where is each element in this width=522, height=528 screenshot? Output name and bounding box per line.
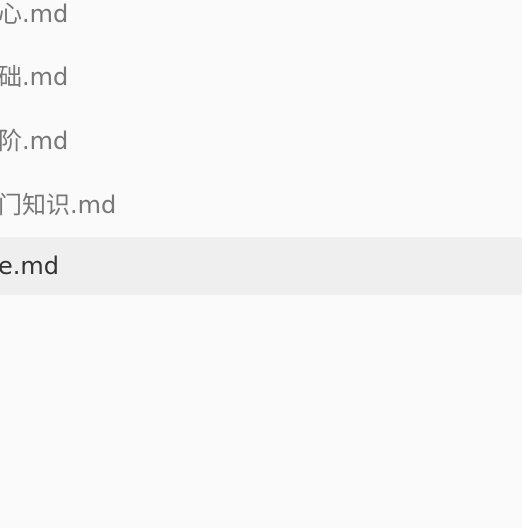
file-item[interactable]: 门知识.md [0, 173, 522, 231]
file-item-label: 础.md [0, 62, 69, 91]
file-item[interactable]: 础.md [0, 45, 522, 103]
file-tree: 心.md 础.md 阶.md 门知识.md e.md [0, 0, 522, 528]
file-item[interactable]: 心.md [0, 0, 522, 40]
file-item-selected[interactable]: e.md [0, 237, 522, 295]
file-item-label: 阶.md [0, 126, 69, 155]
file-item-label: 心.md [0, 0, 69, 28]
file-item-label: e.md [0, 252, 60, 280]
file-item-label: 门知识.md [0, 190, 117, 219]
file-item[interactable]: 阶.md [0, 109, 522, 167]
